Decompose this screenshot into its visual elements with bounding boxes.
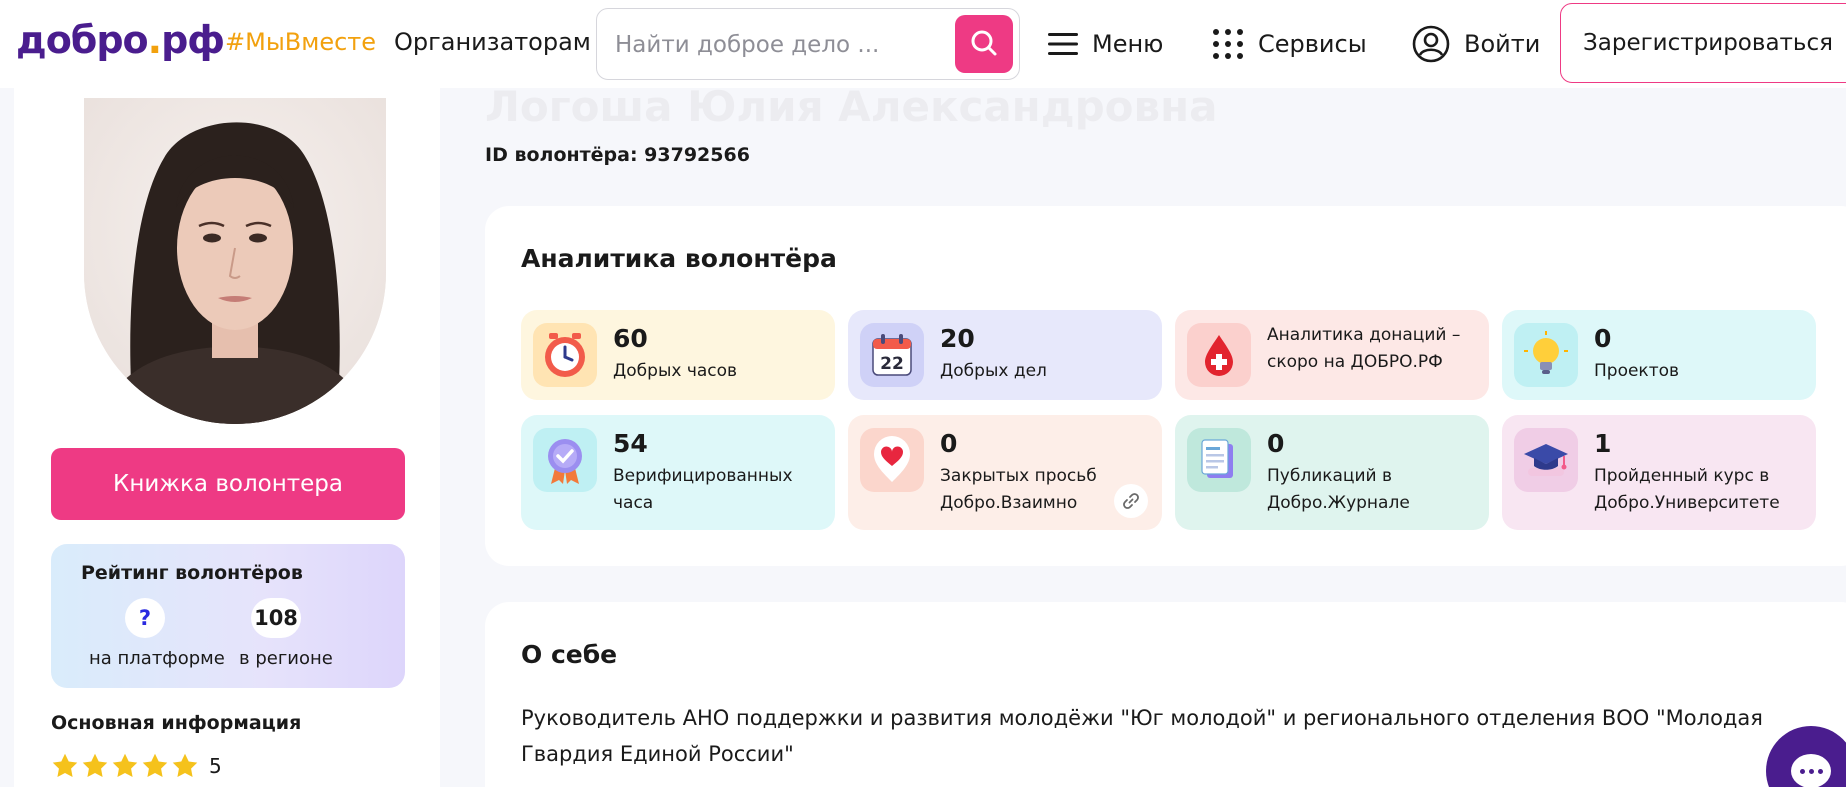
analytics-tile-projects: 0 Проектов — [1502, 310, 1816, 400]
graduation-cap-icon — [1514, 428, 1578, 492]
verified-hours-value: 54 — [613, 429, 648, 458]
courses-label-line1: Пройденный курс в — [1594, 466, 1770, 486]
good-hours-label: Добрых часов — [613, 361, 738, 381]
analytics-tile-publications: 0 Публикаций в Добро.Журнале — [1175, 415, 1489, 530]
top-header: добро.рф #МыВместе Организаторам Меню Се… — [0, 0, 1846, 88]
volunteer-analytics-card: Аналитика волонтёра 60 Добрых часов 22 2… — [485, 206, 1846, 566]
document-icon — [1187, 428, 1251, 492]
about-card: О себе Руководитель АНО поддержки и разв… — [485, 602, 1846, 787]
closed-requests-label-line1: Закрытых просьб — [940, 466, 1097, 486]
stars-count: 5 — [209, 754, 222, 778]
logo-dot: . — [147, 18, 162, 62]
projects-value: 0 — [1594, 324, 1612, 353]
rating-title: Рейтинг волонтёров — [81, 562, 303, 584]
search-input[interactable] — [615, 29, 945, 61]
publications-label-line2: Добро.Журнале — [1267, 493, 1410, 513]
nav-hashtag-link[interactable]: #МыВместе — [225, 28, 376, 56]
courses-value: 1 — [1594, 429, 1612, 458]
about-text: Руководитель АНО поддержки и развития мо… — [521, 706, 1763, 766]
hamburger-icon — [1048, 32, 1078, 56]
star-icon — [142, 753, 168, 777]
platform-rating-value[interactable]: ? — [125, 598, 165, 638]
volunteer-id: ID волонтёра: 93792566 — [485, 144, 750, 166]
region-rating-value: 108 — [251, 598, 301, 638]
menu-button[interactable]: Меню — [1048, 22, 1163, 66]
good-hours-value: 60 — [613, 324, 648, 353]
volunteer-avatar — [84, 98, 386, 424]
profile-sidebar: Книжка волонтера Рейтинг волонтёров ? на… — [14, 88, 440, 787]
analytics-tile-courses: 1 Пройденный курс в Добро.Университете — [1502, 415, 1816, 530]
analytics-tile-good-deeds: 22 20 Добрых дел — [848, 310, 1162, 400]
star-icon — [112, 753, 138, 777]
good-deeds-value: 20 — [940, 324, 975, 353]
search-box — [596, 8, 1020, 80]
svg-text:22: 22 — [880, 354, 904, 374]
basic-info-heading: Основная информация — [51, 712, 302, 734]
chat-icon — [1791, 754, 1831, 787]
courses-label-line2: Добро.Университете — [1594, 493, 1780, 513]
verified-hours-label-line1: Верифицированных — [613, 466, 793, 486]
donations-label-line2: скоро на ДОБРО.РФ — [1267, 352, 1443, 372]
closed-requests-label-line2: Добро.Взаимно — [940, 493, 1078, 513]
volunteer-book-button[interactable]: Книжка волонтера — [51, 448, 405, 520]
search-icon — [971, 30, 997, 56]
verified-badge-icon — [533, 428, 597, 492]
good-deeds-label: Добрых дел — [940, 361, 1047, 381]
logo-tld: рф — [161, 18, 225, 62]
dobro-rf-logo[interactable]: добро.рф — [16, 18, 225, 62]
analytics-tile-good-hours: 60 Добрых часов — [521, 310, 835, 400]
lightbulb-icon — [1514, 323, 1578, 387]
grid-dots-icon — [1212, 28, 1244, 60]
analytics-title: Аналитика волонтёра — [521, 244, 837, 273]
star-icon — [82, 753, 108, 777]
calendar-icon: 22 — [860, 323, 924, 387]
services-label: Сервисы — [1258, 30, 1367, 58]
donations-label-line1: Аналитика донаций – — [1267, 325, 1461, 345]
search-button[interactable] — [955, 15, 1013, 73]
heart-pin-icon — [860, 428, 924, 492]
region-rating-label: в регионе — [239, 648, 333, 669]
logo-main: добро — [16, 18, 149, 62]
projects-label: Проектов — [1594, 361, 1680, 381]
link-icon — [1123, 493, 1139, 509]
analytics-tile-verified-hours: 54 Верифицированных часа — [521, 415, 835, 530]
volunteer-rating-card: Рейтинг волонтёров ? на платформе 108 в … — [51, 544, 405, 688]
services-button[interactable]: Сервисы — [1212, 22, 1367, 66]
nav-organizers-link[interactable]: Организаторам — [394, 28, 591, 56]
blood-drop-icon — [1187, 323, 1251, 387]
clock-icon — [533, 323, 597, 387]
menu-label: Меню — [1092, 30, 1164, 58]
verified-hours-label-line2: часа — [613, 493, 654, 513]
analytics-tile-closed-requests: 0 Закрытых просьб Добро.Взаимно — [848, 415, 1162, 530]
star-icon — [52, 753, 78, 777]
login-label: Войти — [1464, 30, 1541, 58]
volunteer-name: Логоша Юлия Александровна — [485, 82, 1218, 131]
login-button[interactable]: Войти — [1412, 22, 1540, 66]
closed-requests-value: 0 — [940, 429, 958, 458]
user-circle-icon — [1412, 25, 1450, 63]
link-button[interactable] — [1114, 484, 1148, 518]
star-icon — [172, 753, 198, 777]
star-rating: 5 — [51, 752, 222, 780]
about-title: О себе — [521, 640, 618, 669]
platform-rating-label: на платформе — [89, 648, 225, 669]
analytics-tile-donations: Аналитика донаций – скоро на ДОБРО.РФ — [1175, 310, 1489, 400]
register-button[interactable]: Зарегистрироваться — [1560, 3, 1846, 83]
publications-label-line1: Публикаций в — [1267, 466, 1393, 486]
publications-value: 0 — [1267, 429, 1285, 458]
